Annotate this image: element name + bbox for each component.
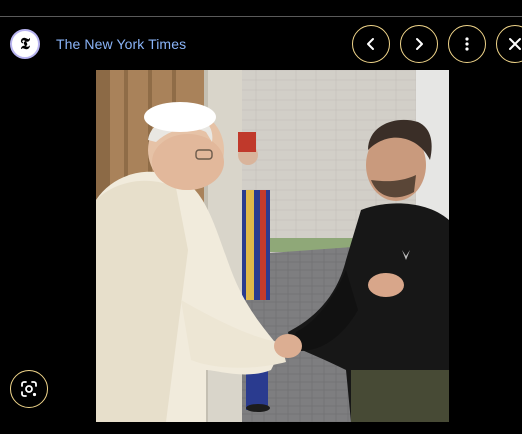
previous-button[interactable] xyxy=(352,25,390,63)
close-icon xyxy=(509,38,521,50)
lens-search-icon xyxy=(21,381,37,397)
close-button[interactable] xyxy=(496,25,522,63)
more-options-button[interactable] xyxy=(448,25,486,63)
source-bar[interactable]: 𝕿 The New York Times xyxy=(10,27,186,61)
source-name-link[interactable]: The New York Times xyxy=(56,36,186,52)
photo-main-image[interactable] xyxy=(96,70,449,422)
nyt-logo-icon[interactable]: 𝕿 xyxy=(10,29,40,59)
lens-search-button[interactable] xyxy=(10,370,48,408)
more-vert-icon xyxy=(465,37,469,51)
source-logo-glyph: 𝕿 xyxy=(20,34,30,53)
chevron-right-icon xyxy=(416,38,423,50)
photo-illustration xyxy=(96,70,449,422)
image-viewer: 𝕿 The New York Times xyxy=(0,0,522,434)
chevron-left-icon xyxy=(367,38,374,50)
top-divider xyxy=(0,16,522,17)
next-button[interactable] xyxy=(400,25,438,63)
